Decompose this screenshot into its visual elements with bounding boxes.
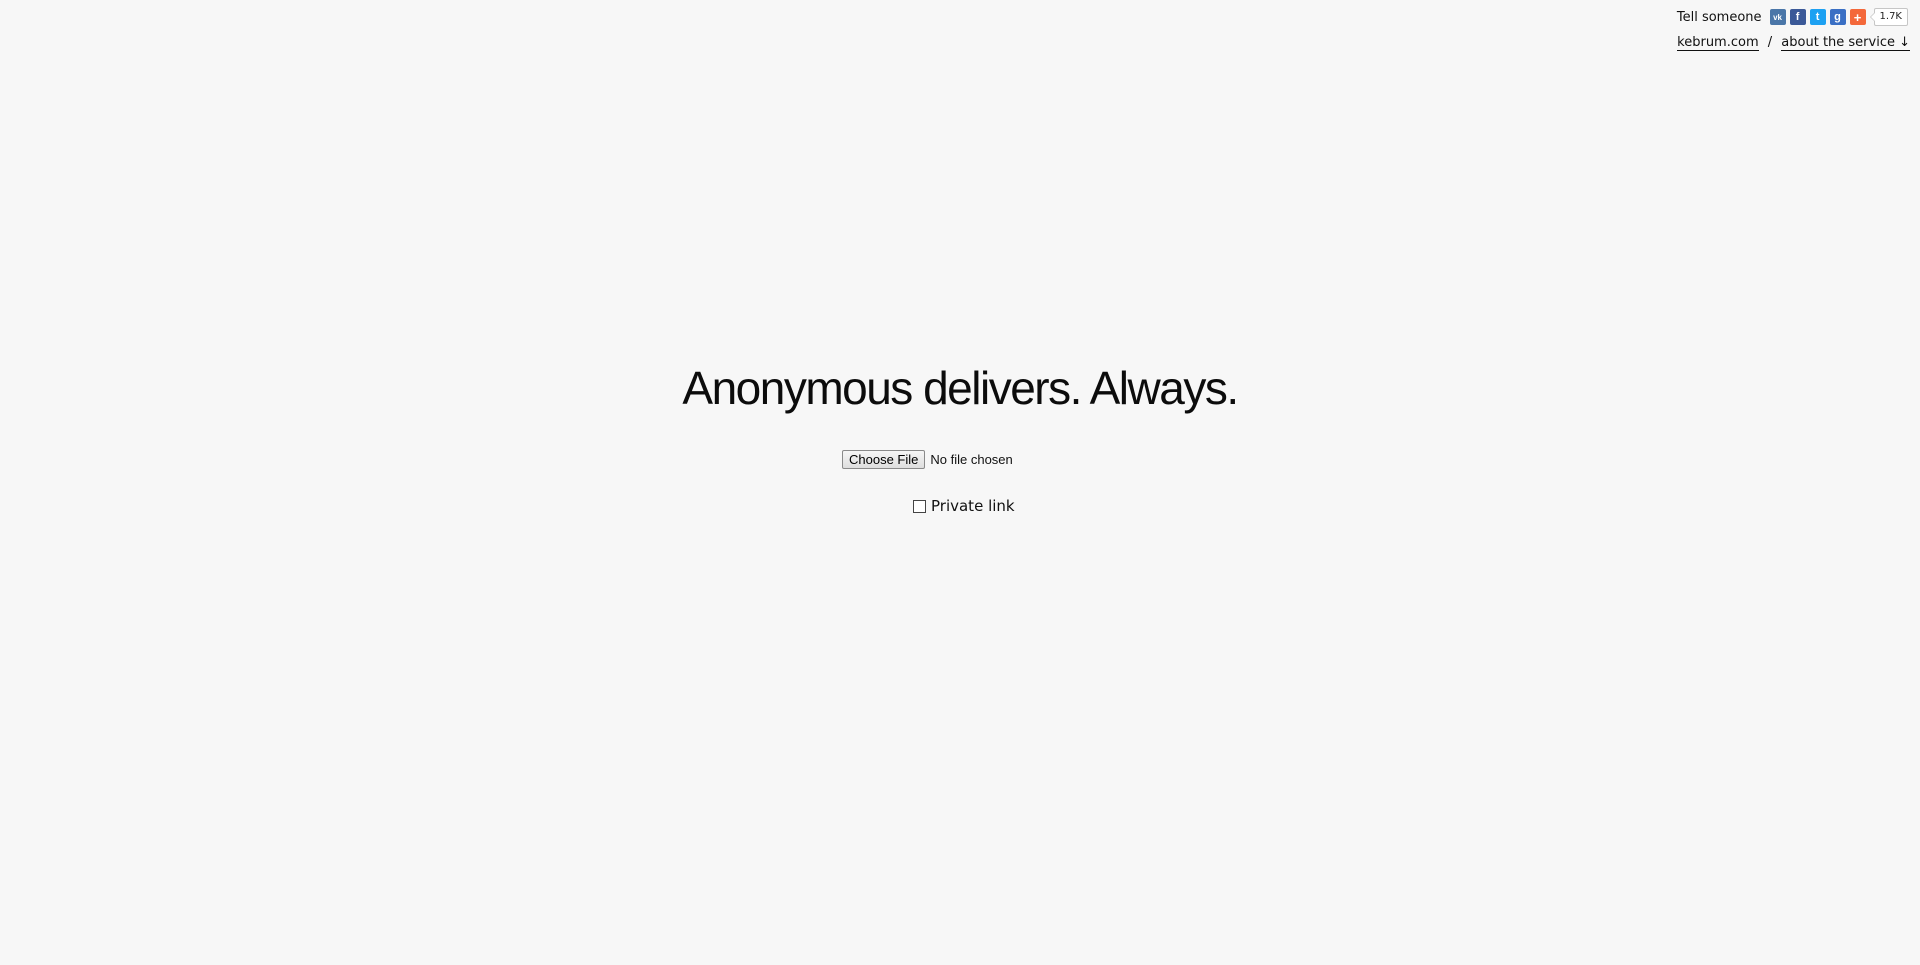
home-link[interactable]: kebrum.com: [1677, 35, 1759, 51]
share-counter: 1.7K: [1869, 8, 1908, 26]
private-link-option[interactable]: Private link: [913, 497, 1015, 515]
facebook-icon[interactable]: f: [1789, 9, 1806, 25]
private-link-label[interactable]: Private link: [931, 497, 1015, 515]
link-separator: /: [1767, 35, 1773, 50]
vk-icon[interactable]: vk: [1769, 9, 1786, 25]
share-icons: vk f t g + 1.7K: [1769, 8, 1908, 26]
file-upload: Choose File No file chosen: [842, 450, 1013, 469]
page-title: Anonymous delivers. Always.: [682, 362, 1239, 414]
google-plus-icon[interactable]: g: [1829, 9, 1846, 25]
private-link-checkbox[interactable]: [913, 499, 926, 513]
file-status: No file chosen: [930, 452, 1013, 467]
top-links: kebrum.com / about the service ↓: [1677, 35, 1910, 51]
choose-file-button[interactable]: Choose File: [842, 450, 926, 469]
about-service-link[interactable]: about the service ↓: [1781, 35, 1910, 51]
more-share-icon[interactable]: +: [1849, 9, 1866, 25]
twitter-icon[interactable]: t: [1809, 9, 1826, 25]
share-label: Tell someone: [1676, 9, 1762, 25]
share-bar: Tell someone vk f t g + 1.7K: [1677, 8, 1908, 26]
page: Tell someone vk f t g + 1.7K kebrum.com …: [0, 0, 1920, 965]
